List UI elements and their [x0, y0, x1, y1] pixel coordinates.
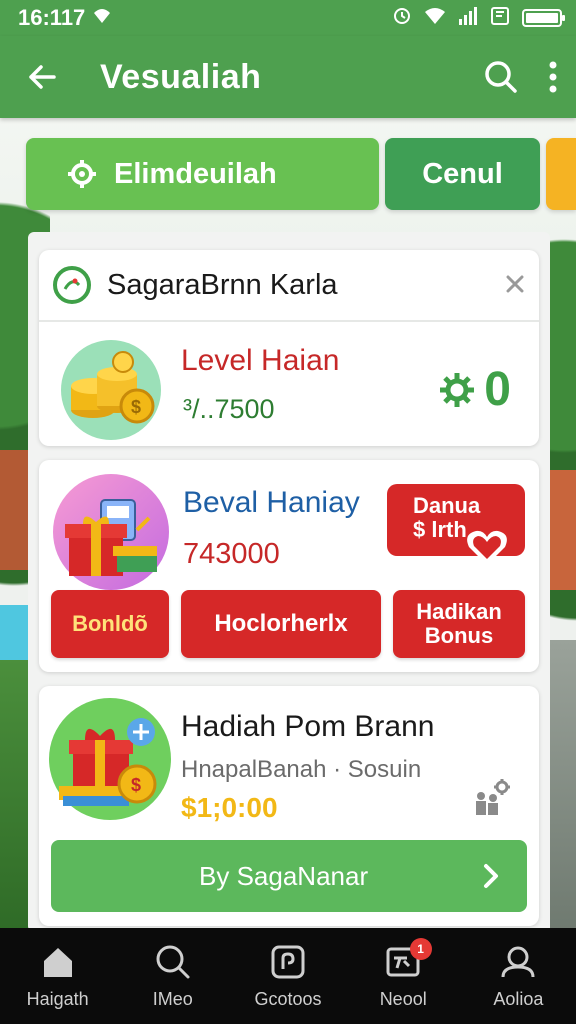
- brand-logo-icon: [53, 266, 91, 304]
- bonus-buttons: Bonldõ Hoclorherlx Hadikan Bonus: [51, 590, 527, 658]
- page-title: Vesualiah: [100, 57, 262, 96]
- tab-cenul[interactable]: Cenul: [384, 138, 541, 210]
- coins-icon: $: [61, 340, 161, 440]
- status-bar: 16:117: [0, 0, 576, 36]
- gift-amount: $1;0:00: [181, 792, 278, 823]
- tab-label: Cenul: [422, 157, 503, 190]
- search-button[interactable]: [484, 60, 518, 94]
- more-vert-icon: [549, 61, 557, 93]
- tab-more[interactable]: [546, 138, 576, 210]
- bonus-amount: 743000: [183, 538, 280, 570]
- status-time: 16:117: [18, 5, 86, 30]
- nav-item-places[interactable]: Gcotoos: [230, 928, 345, 1024]
- bonus-button-1[interactable]: Bonldõ: [51, 590, 169, 658]
- nav-label: Neool: [379, 988, 427, 1009]
- bottom-navigation: Haigath IMeo Gcotoos 1 Neool Aolioa: [0, 928, 576, 1024]
- back-button[interactable]: [22, 57, 62, 97]
- search-icon: [485, 61, 517, 93]
- tab-elimdeuilah[interactable]: Elimdeuilah: [26, 138, 379, 210]
- profile-icon: [499, 943, 537, 981]
- search-icon: [154, 943, 192, 981]
- bonus-button-2[interactable]: Hoclorherlx: [181, 590, 381, 658]
- signal-icon: [458, 6, 478, 30]
- nav-label: Aolioa: [493, 988, 544, 1009]
- nav-item-inbox[interactable]: 1 Neool: [346, 928, 461, 1024]
- promo-badge[interactable]: Danua $ lrth: [387, 484, 525, 565]
- gift-coins-icon: $: [49, 698, 171, 820]
- app-actions: [484, 60, 558, 94]
- svg-text:$: $: [131, 775, 141, 795]
- home-icon: [39, 943, 77, 981]
- nav-item-search[interactable]: IMeo: [115, 928, 230, 1024]
- more-options-button[interactable]: [548, 60, 558, 94]
- alarm-icon: [392, 6, 412, 31]
- action-label: By SagaNanar: [199, 860, 369, 891]
- gear-icon: [68, 160, 96, 188]
- status-icons: [392, 6, 565, 31]
- battery-icon: [522, 9, 565, 27]
- notification-icon: [93, 7, 111, 30]
- sun-gear-icon: [440, 372, 475, 407]
- notification-badge: 1: [409, 938, 432, 960]
- bonus-title: Beval Haniay: [183, 486, 360, 519]
- score-display: 0: [438, 362, 511, 417]
- brand-action-button[interactable]: By SagaNanar: [51, 840, 527, 912]
- card-header: SagaraBrnn Karla: [39, 250, 539, 322]
- map-pin-icon: [269, 943, 307, 981]
- nav-label: Haigath: [26, 988, 89, 1009]
- nav-item-profile[interactable]: Aolioa: [461, 928, 576, 1024]
- nav-item-home[interactable]: Haigath: [0, 928, 115, 1024]
- chevron-right-icon: [484, 864, 498, 888]
- reward-card-level: SagaraBrnn Karla $ Level Haian ³/..7500 …: [39, 250, 539, 446]
- card-title: SagaraBrnn Karla: [107, 268, 338, 301]
- gift-subtitle: HnapalBanah · Sosuin: [181, 756, 422, 783]
- gift-title: Hadiah Pom Brann: [181, 710, 435, 743]
- wifi-icon: [424, 7, 446, 30]
- tab-label: Elimdeuilah: [114, 157, 277, 190]
- level-amount: ³/..7500: [183, 394, 275, 424]
- arrow-left-icon: [29, 65, 56, 89]
- svg-text:$: $: [131, 397, 141, 417]
- reward-card-bonus: Beval Haniay 743000 Danua $ lrth Bonldõ …: [39, 460, 539, 672]
- nav-label: Gcotoos: [254, 988, 322, 1009]
- community-icon: [471, 778, 511, 823]
- promo-badge-line1: Danua: [413, 493, 481, 518]
- score-value: 0: [484, 363, 511, 416]
- level-label: Level Haian: [181, 344, 340, 377]
- app-bar: Vesualiah: [0, 36, 576, 118]
- card-body: $ Level Haian ³/..7500 0: [39, 322, 539, 446]
- house-right: [550, 470, 576, 590]
- tab-bar: Elimdeuilah Cenul: [26, 138, 576, 210]
- close-button[interactable]: [505, 269, 525, 301]
- path-right: [550, 640, 576, 930]
- nav-label: IMeo: [152, 988, 193, 1009]
- gift-box-icon: [53, 474, 169, 590]
- bonus-button-3[interactable]: Hadikan Bonus: [393, 590, 525, 658]
- nfc-icon: [490, 6, 510, 31]
- reward-card-gift: $ Hadiah Pom Brann HnapalBanah · Sosuin …: [39, 686, 539, 926]
- heart-icon: [467, 530, 507, 565]
- close-icon: [506, 275, 524, 293]
